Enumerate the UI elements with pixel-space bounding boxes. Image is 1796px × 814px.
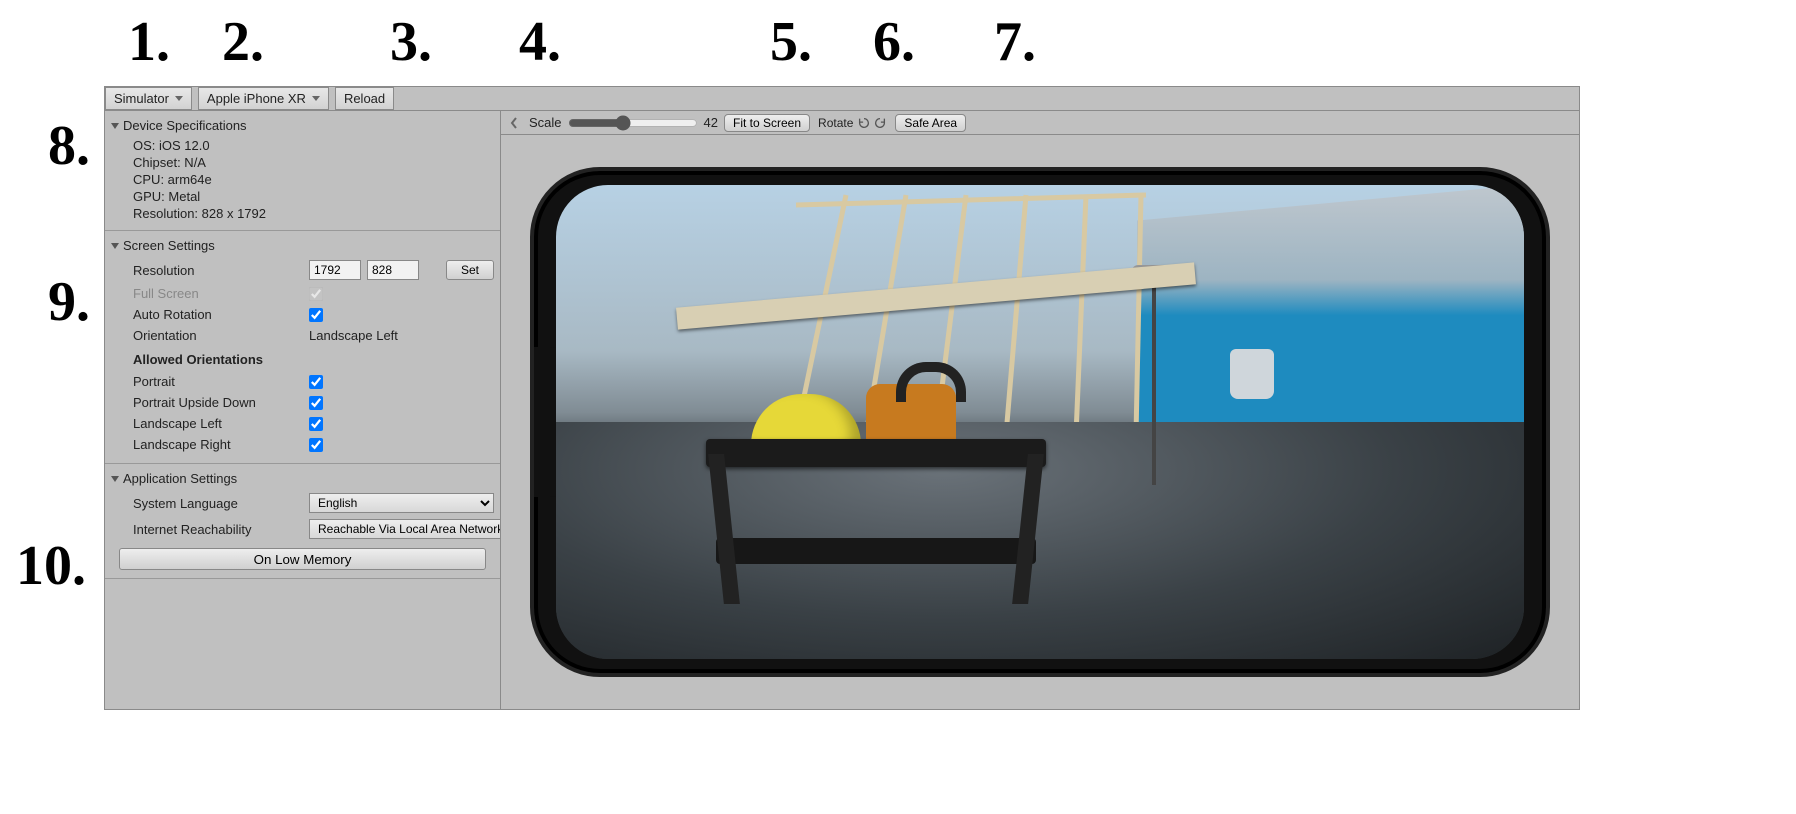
reload-button-label: Reload [344,91,385,106]
spec-chipset: Chipset: N/A [111,154,494,171]
simulator-panel: Simulator Apple iPhone XR Reload Device … [104,86,1580,710]
orientation-label: Orientation [133,328,303,343]
foldout-icon [111,243,119,249]
application-settings-foldout[interactable]: Application Settings [111,467,494,490]
callout-10: 10. [16,538,86,594]
callout-4: 4. [519,14,561,70]
chevron-left-icon [510,117,518,129]
scale-label: Scale [529,115,562,130]
scale-control: Scale 42 [529,115,718,131]
orientation-row: Orientation Landscape Left [111,325,494,346]
internet-reachability-dropdown[interactable]: Reachable Via Local Area Network [309,519,501,539]
fullscreen-label: Full Screen [133,286,303,301]
preview-toolbar: Scale 42 Fit to Screen Rotate Safe Area [501,111,1579,135]
scene-wall [1137,185,1524,422]
device-stage[interactable] [501,135,1579,709]
scale-slider[interactable] [568,115,698,131]
resolution-label: Resolution [133,263,303,278]
autorotation-checkbox[interactable] [309,308,323,322]
callout-7: 7. [994,14,1036,70]
internet-reachability-label: Internet Reachability [133,522,303,537]
spec-gpu: GPU: Metal [111,188,494,205]
application-settings-title: Application Settings [123,471,237,486]
scale-value: 42 [704,115,718,130]
resolution-height-input[interactable] [367,260,419,280]
callout-9: 9. [48,274,90,330]
back-button[interactable] [505,113,523,133]
system-language-label: System Language [133,496,303,511]
safe-area-button[interactable]: Safe Area [895,114,966,132]
rotate-group: Rotate [816,116,889,130]
system-language-dropdown[interactable]: English [309,493,494,513]
application-settings-section: Application Settings System Language Eng… [105,464,500,579]
callout-8: 8. [48,118,90,174]
scene-bucket [1230,349,1274,399]
foldout-icon [111,476,119,482]
device-specs-title: Device Specifications [123,118,247,133]
portrait-checkbox[interactable] [309,375,323,389]
device-specs-section: Device Specifications OS: iOS 12.0 Chips… [105,111,500,231]
landscape-right-label: Landscape Right [133,437,303,452]
allowed-orientations-header: Allowed Orientations [111,346,494,371]
rotate-cw-icon[interactable] [873,116,887,130]
screen-settings-foldout[interactable]: Screen Settings [111,234,494,257]
device-screen [556,185,1524,659]
top-toolbar: Simulator Apple iPhone XR Reload [105,87,1579,111]
autorotation-label: Auto Rotation [133,307,303,322]
screen-settings-title: Screen Settings [123,238,215,253]
system-language-row: System Language English [111,490,494,516]
resolution-set-button[interactable]: Set [446,260,494,280]
mode-dropdown[interactable]: Simulator [105,87,192,110]
on-low-memory-button[interactable]: On Low Memory [119,548,486,570]
screen-settings-section: Screen Settings Resolution Set Full Scre… [105,231,500,464]
landscape-left-row: Landscape Left [111,413,494,434]
landscape-left-label: Landscape Left [133,416,303,431]
mode-dropdown-label: Simulator [114,91,169,106]
fit-to-screen-button[interactable]: Fit to Screen [724,114,810,132]
portrait-ud-checkbox[interactable] [309,396,323,410]
spec-resolution: Resolution: 828 x 1792 [111,205,494,222]
portrait-ud-label: Portrait Upside Down [133,395,303,410]
device-dropdown-label: Apple iPhone XR [207,91,306,106]
callout-3: 3. [390,14,432,70]
callout-5: 5. [770,14,812,70]
spec-os: OS: iOS 12.0 [111,137,494,154]
reload-button[interactable]: Reload [335,87,394,110]
callout-6: 6. [873,14,915,70]
resolution-row: Resolution Set [111,257,494,283]
device-dropdown[interactable]: Apple iPhone XR [198,87,329,110]
fullscreen-row: Full Screen [111,283,494,304]
landscape-right-checkbox[interactable] [309,438,323,452]
scene-workbench [706,354,1046,604]
device-specs-foldout[interactable]: Device Specifications [111,114,494,137]
orientation-value: Landscape Left [309,328,398,343]
portrait-row: Portrait [111,371,494,392]
spec-cpu: CPU: arm64e [111,171,494,188]
rotate-ccw-icon[interactable] [857,116,871,130]
resolution-width-input[interactable] [309,260,361,280]
portrait-ud-row: Portrait Upside Down [111,392,494,413]
foldout-icon [111,123,119,129]
landscape-left-checkbox[interactable] [309,417,323,431]
control-panel: Device Specifications OS: iOS 12.0 Chips… [105,111,501,709]
preview-area: Scale 42 Fit to Screen Rotate Safe Area [501,111,1579,709]
internet-reachability-row: Internet Reachability Reachable Via Loca… [111,516,494,542]
callout-2: 2. [222,14,264,70]
landscape-right-row: Landscape Right [111,434,494,455]
fullscreen-checkbox [309,287,323,301]
callout-1: 1. [128,14,170,70]
rotate-label: Rotate [818,116,853,130]
device-frame [530,167,1550,677]
autorotation-row: Auto Rotation [111,304,494,325]
portrait-label: Portrait [133,374,303,389]
